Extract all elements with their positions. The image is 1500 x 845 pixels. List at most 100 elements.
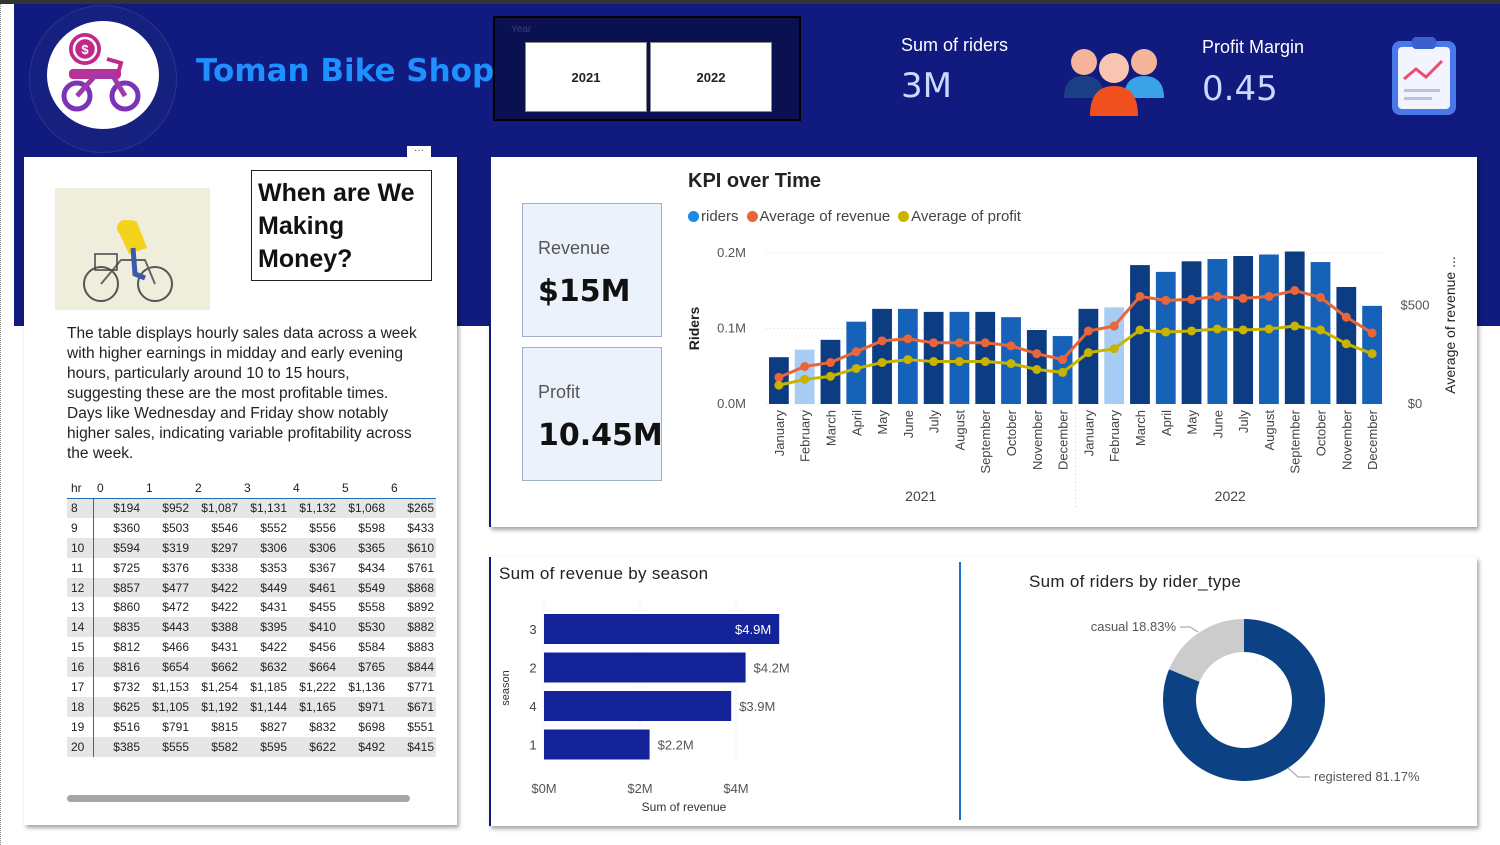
profit-point [1032,364,1042,374]
hour-cell: 9 [67,517,94,538]
x-tick-label: April [1159,410,1174,436]
bike-logo-icon: $ [61,33,141,112]
x-tick-label: July [927,410,942,434]
people-icon [1064,49,1164,116]
legend-item-profit[interactable]: Average of profit [898,208,1021,225]
revenue-point [1135,291,1145,301]
x-tick-label: March [823,410,838,446]
sales-cell: $558 [338,597,387,618]
year-slicer: Year 2021 2022 [493,16,801,121]
hour-cell: 10 [67,537,94,558]
legend-item-revenue[interactable]: Average of revenue [746,208,890,225]
x-tick-label: June [901,410,916,438]
hour-cell: 19 [67,716,94,737]
riders-bar [1155,271,1176,404]
sales-cell: $761 [387,557,436,578]
sales-cell: $297 [191,537,240,558]
year-button-2022[interactable]: 2022 [650,42,772,112]
riders-kpi-label: Sum of riders [901,35,1009,55]
revenue-point [1187,294,1197,304]
horizontal-scrollbar[interactable] [67,795,410,802]
revenue-point [1161,295,1171,305]
revenue-label: Revenue [538,238,611,258]
profit-point [954,357,964,367]
column-header[interactable]: 6 [387,478,436,499]
x-tick-label: November [1339,409,1354,470]
hour-cell: 20 [67,736,94,757]
sales-cell: $610 [387,537,436,558]
revenue-point [929,338,939,348]
x-tick-label: $4M [723,781,748,796]
profit-point [1109,344,1119,354]
sales-cell: $455 [289,597,338,618]
sales-cell: $434 [338,557,387,578]
profit-point [877,358,887,368]
sales-cell: $338 [191,557,240,578]
more-options-button[interactable]: ··· [407,146,431,160]
sales-cell: $319 [142,537,191,558]
revenue-point [980,338,990,348]
legend-item-riders[interactable]: riders [688,208,739,225]
column-header[interactable]: 3 [240,478,289,499]
table-row: 8 $194 $952 $1,087 $1,131 $1,132 $1,068 $265 [67,498,436,518]
clipboard-chart-icon [1392,37,1456,115]
card-accent-bar [489,157,491,527]
dashboard: $ Toman Bike Shop Year 2021 2022 Sum of … [0,0,1500,845]
rider-type-chart-title: Sum of riders by rider_type [1029,572,1242,591]
column-header[interactable]: hr [67,478,93,499]
sales-cell: $812 [93,637,142,658]
y-axis-title: season [500,670,512,705]
profit-point [1135,325,1145,335]
chart-divider [959,562,961,820]
sales-cell: $433 [387,517,436,538]
sales-cell: $1,144 [240,696,289,717]
profit-label: Profit [538,382,581,402]
sales-cell: $844 [387,657,436,678]
sales-cell: $1,185 [240,677,289,697]
sales-cell: $1,222 [289,677,338,697]
profit-point [1083,348,1093,358]
y2-tick-label: $0 [1408,396,1422,411]
x-tick-label: December [1056,409,1071,470]
sales-cell: $546 [191,517,240,538]
profit-point [1187,326,1197,336]
legend-dot [746,211,758,222]
column-header[interactable]: 1 [142,478,191,499]
revenue-point [1238,293,1248,303]
hour-cell: 15 [67,637,94,658]
column-header[interactable]: 5 [338,478,387,499]
table-row: 16 $816 $654 $662 $632 $664 $765 $844 [67,657,436,678]
season-value-label: $3.9M [739,699,775,714]
revenue-point [1006,341,1016,351]
shop-title: Toman Bike Shop [196,53,495,89]
profit-point [1341,339,1351,349]
revenue-point [1367,328,1377,338]
sales-cell: $477 [142,577,191,598]
callout-line [1287,767,1310,778]
table-row: 19 $516 $791 $815 $827 $832 $698 $551 [67,716,436,737]
sales-cell: $360 [93,517,142,538]
column-header[interactable]: 2 [191,478,240,499]
sales-cell: $882 [387,617,436,638]
sales-cell: $552 [240,517,289,538]
x-tick-label: September [978,409,993,473]
year-button-2021[interactable]: 2021 [525,42,647,112]
profit-point [1058,367,1068,377]
column-header[interactable]: 0 [93,478,142,499]
season-value-label: $4.9M [735,622,771,637]
sales-cell: $816 [93,657,142,678]
profit-point [980,357,990,367]
season-category-label: 3 [529,622,536,637]
revenue-point [1032,349,1042,359]
sales-cell: $883 [387,637,436,658]
sales-cell: $415 [387,736,436,757]
revenue-point [1341,312,1351,322]
table-row: 11 $725 $376 $338 $353 $367 $434 $761 [67,557,436,578]
profit-point [1238,325,1248,335]
shop-logo: $ [47,21,159,129]
x-tick-label: March [1133,410,1148,446]
profit-point [903,355,913,365]
profit-point [1290,321,1300,331]
column-header[interactable]: 4 [289,478,338,499]
x-tick-label: August [1262,410,1277,451]
